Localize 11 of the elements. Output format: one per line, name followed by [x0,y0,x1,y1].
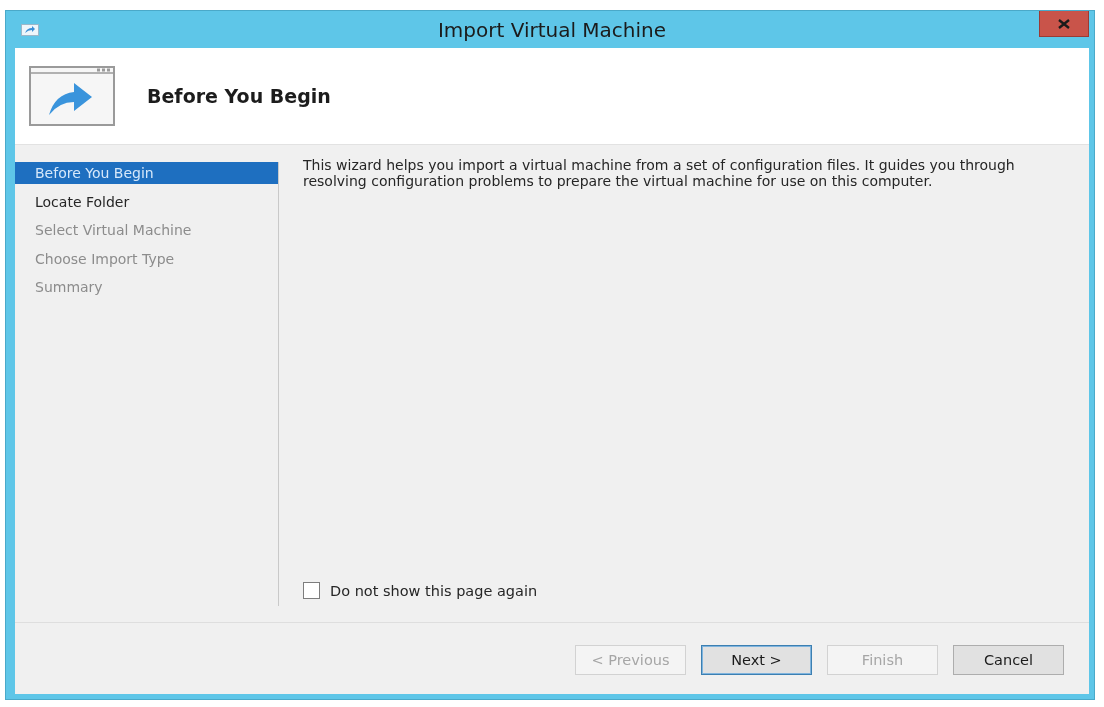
close-button[interactable] [1039,11,1089,37]
description-text: This wizard helps you import a virtual machine from a set of configuration files. It guides you through resolving configuration problems to prepare the virtual machine for use on this computer. [303,157,1016,189]
wizard-button[interactable]: Next > [701,645,812,675]
wizard-button[interactable]: Cancel [953,645,1064,675]
close-icon [1058,18,1070,29]
step-item[interactable]: Locate Folder [15,190,278,213]
window-title: Import Virtual Machine [437,17,667,42]
step-item[interactable]: Before You Begin [15,162,278,184]
page-title: Before You Begin [147,85,331,107]
checkbox[interactable] [303,582,320,599]
checkbox-label: Do not show this page again [330,582,538,599]
